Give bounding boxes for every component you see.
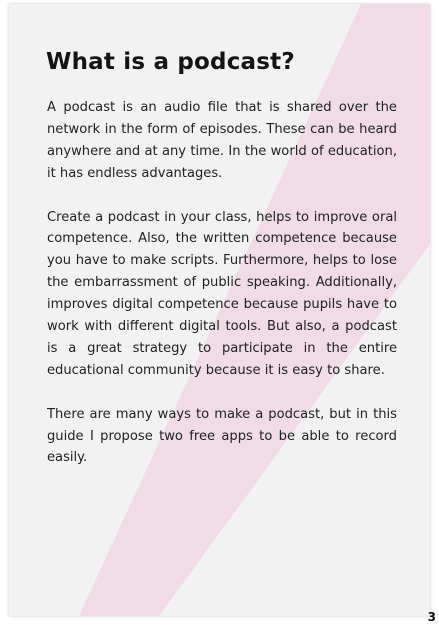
paragraph-guide: There are many ways to make a podcast, b… bbox=[47, 406, 397, 466]
paragraph-intro: A podcast is an audio file that is share… bbox=[47, 100, 397, 181]
paragraph-benefits: Create a podcast in your class, helps to… bbox=[47, 209, 397, 378]
page-number: 3 bbox=[427, 610, 436, 624]
body-text: A podcast is an audio file that is share… bbox=[47, 97, 397, 469]
document-page: What is a podcast? A podcast is an audio… bbox=[0, 0, 439, 626]
page-card: What is a podcast? A podcast is an audio… bbox=[9, 4, 430, 616]
page-title: What is a podcast? bbox=[46, 49, 295, 75]
